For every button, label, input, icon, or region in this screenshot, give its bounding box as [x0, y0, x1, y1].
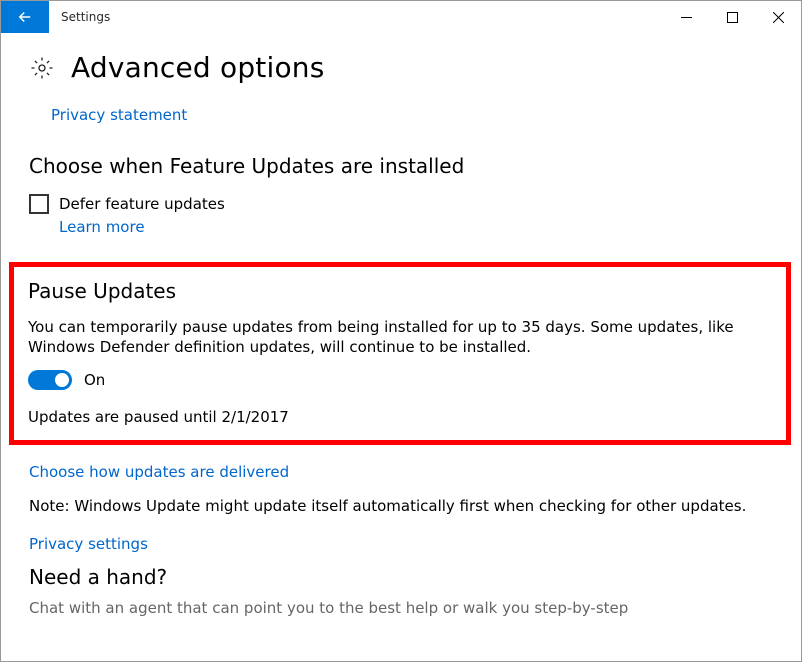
arrow-left-icon: [16, 8, 34, 26]
window-title: Settings: [49, 1, 122, 33]
page-title: Advanced options: [71, 51, 325, 84]
minimize-icon: [681, 12, 692, 23]
choose-delivery-link[interactable]: Choose how updates are delivered: [29, 463, 289, 481]
pause-toggle-row: On: [28, 370, 772, 390]
close-button[interactable]: [755, 1, 801, 33]
learn-more-link[interactable]: Learn more: [59, 218, 145, 236]
title-spacer: [122, 1, 663, 33]
pause-updates-section: Pause Updates You can temporarily pause …: [9, 262, 791, 445]
update-note: Note: Windows Update might update itself…: [29, 497, 773, 515]
pause-toggle-label: On: [84, 371, 105, 389]
pause-toggle[interactable]: [28, 370, 72, 390]
defer-checkbox-label: Defer feature updates: [59, 195, 225, 213]
page-header: Advanced options: [29, 51, 773, 84]
need-hand-heading: Need a hand?: [29, 565, 773, 589]
privacy-statement-link[interactable]: Privacy statement: [51, 106, 187, 124]
feature-updates-heading: Choose when Feature Updates are installe…: [29, 154, 773, 178]
privacy-settings-link[interactable]: Privacy settings: [29, 535, 148, 553]
toggle-knob: [55, 373, 69, 387]
maximize-button[interactable]: [709, 1, 755, 33]
chat-prompt: Chat with an agent that can point you to…: [29, 599, 773, 617]
title-bar: Settings: [1, 1, 801, 33]
gear-icon: [29, 55, 55, 81]
close-icon: [773, 12, 784, 23]
back-button[interactable]: [1, 1, 49, 33]
defer-checkbox-row: Defer feature updates: [29, 194, 773, 214]
minimize-button[interactable]: [663, 1, 709, 33]
defer-checkbox[interactable]: [29, 194, 49, 214]
pause-heading: Pause Updates: [28, 279, 772, 303]
content-area: Advanced options Privacy statement Choos…: [1, 33, 801, 617]
maximize-icon: [727, 12, 738, 23]
pause-description: You can temporarily pause updates from b…: [28, 317, 772, 358]
pause-status: Updates are paused until 2/1/2017: [28, 408, 772, 426]
